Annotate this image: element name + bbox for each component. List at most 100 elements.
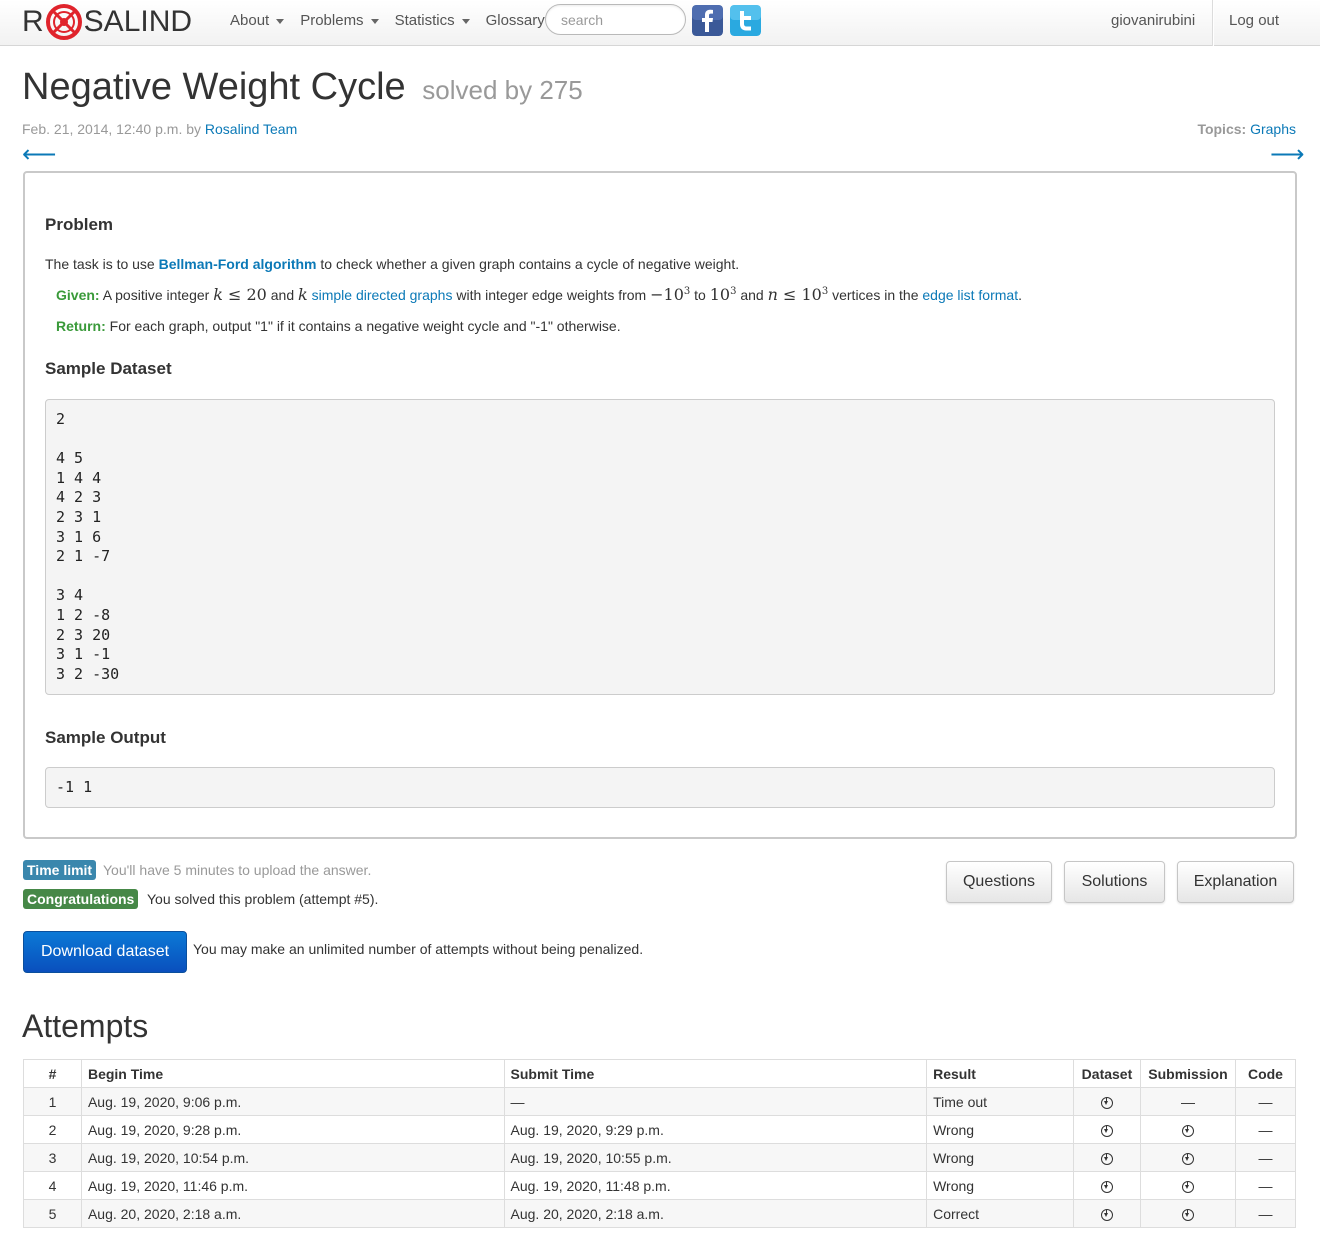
submission-cell [1139, 1115, 1236, 1144]
given-label: Given: [56, 287, 100, 303]
col-submit-time: Submit Time [503, 1059, 928, 1088]
sample-output-block[interactable]: -1 1 [45, 767, 1275, 808]
problem-box: Problem The task is to use Bellman-Ford … [23, 171, 1297, 839]
attempt-number: 2 [23, 1115, 82, 1144]
logout-link[interactable]: Log out [1229, 12, 1279, 29]
attempt-number: 4 [23, 1171, 82, 1200]
attempt-begin-time: Aug. 19, 2020, 11:46 p.m. [80, 1171, 505, 1200]
nav-problems-label: Problems [300, 11, 364, 29]
attempt-number: 3 [23, 1143, 82, 1172]
author-link[interactable]: Rosalind Team [205, 121, 297, 137]
table-row: 4 Aug. 19, 2020, 11:46 p.m. Aug. 19, 202… [23, 1171, 1297, 1200]
attempt-number: 5 [23, 1199, 82, 1228]
math-10-3: 103 [709, 285, 737, 304]
nav-problems[interactable]: Problems [300, 11, 379, 29]
download-icon[interactable] [1100, 1124, 1113, 1137]
nav-about-label: About [230, 11, 270, 29]
given-text: A positive integer [99, 287, 214, 303]
attempt-submit-time: — [503, 1087, 928, 1116]
download-icon[interactable] [1100, 1096, 1113, 1109]
time-limit-badge: Time limit [23, 860, 97, 880]
given-text: to [690, 287, 710, 303]
download-dataset-button[interactable]: Download dataset [23, 931, 187, 973]
download-icon[interactable] [1100, 1180, 1113, 1193]
table-header-row: # Begin Time Submit Time Result Dataset … [23, 1059, 1297, 1088]
download-icon[interactable] [1100, 1208, 1113, 1221]
table-row: 2 Aug. 19, 2020, 9:28 p.m. Aug. 19, 2020… [23, 1115, 1297, 1144]
download-icon[interactable] [1181, 1124, 1194, 1137]
attempts-table: # Begin Time Submit Time Result Dataset … [23, 1059, 1297, 1228]
dataset-cell [1072, 1171, 1141, 1200]
given-text: and [736, 287, 768, 303]
col-result: Result [926, 1059, 1074, 1088]
intro-text: The task is to use [45, 256, 159, 272]
chevron-down-icon [276, 18, 285, 24]
attempt-submit-time: Aug. 20, 2020, 2:18 a.m. [503, 1199, 928, 1228]
prev-problem-arrow-icon[interactable]: ⟵ [22, 141, 56, 169]
math-neg-10-3: −103 [650, 285, 691, 304]
time-limit-text: You'll have 5 minutes to upload the answ… [103, 862, 372, 878]
congratulations-text: You solved this problem (attempt #5). [147, 891, 379, 907]
given-text: with integer edge weights from [452, 287, 651, 303]
rosalind-emblem-icon [45, 4, 82, 40]
attempt-result: Wrong [926, 1143, 1074, 1172]
given-text: and [266, 287, 298, 303]
nav-glossary[interactable]: Glossary [486, 12, 545, 29]
col-submission: Submission [1139, 1059, 1236, 1088]
topic-graphs-link[interactable]: Graphs [1250, 121, 1296, 137]
nav-statistics[interactable]: Statistics [395, 12, 470, 29]
nav-statistics-label: Statistics [394, 11, 455, 29]
page-title: Negative Weight Cycle solved by 275 [22, 66, 583, 109]
explanation-button[interactable]: Explanation [1177, 861, 1294, 903]
attempt-result: Wrong [926, 1171, 1074, 1200]
chevron-down-icon [461, 18, 470, 24]
solutions-button[interactable]: Solutions [1064, 861, 1165, 903]
dataset-cell [1072, 1087, 1141, 1116]
col-begin-time: Begin Time [80, 1059, 505, 1088]
download-note: You may make an unlimited number of atte… [193, 941, 644, 957]
attempt-begin-time: Aug. 19, 2020, 9:06 p.m. [80, 1087, 505, 1116]
username-link[interactable]: giovanirubini [1111, 12, 1195, 29]
dataset-cell [1072, 1199, 1141, 1228]
intro-text-end: to check whether a given graph contains … [316, 256, 740, 272]
problem-heading: Problem [45, 215, 114, 234]
search-input[interactable] [545, 4, 686, 35]
facebook-icon[interactable] [692, 5, 723, 36]
download-icon[interactable] [1181, 1208, 1194, 1221]
return-line: Return: For each graph, output "1" if it… [56, 318, 621, 334]
attempt-result: Wrong [926, 1115, 1074, 1144]
table-row: 1 Aug. 19, 2020, 9:06 p.m. — Time out — … [23, 1087, 1297, 1116]
nav-about[interactable]: About [230, 11, 285, 29]
col-number: # [23, 1059, 82, 1088]
problem-meta: Feb. 21, 2014, 12:40 p.m. by Rosalind Te… [22, 121, 297, 137]
solved-count[interactable]: solved by 275 [422, 75, 582, 105]
sample-output-heading: Sample Output [45, 728, 166, 747]
top-navbar: R SALIND About Problems Statistics Gloss… [0, 0, 1320, 46]
attempt-submit-time: Aug. 19, 2020, 9:29 p.m. [503, 1115, 928, 1144]
download-icon[interactable] [1100, 1152, 1113, 1165]
next-problem-arrow-icon[interactable]: ⟶ [1270, 141, 1304, 169]
simple-directed-graphs-link[interactable]: simple directed graphs [312, 287, 453, 303]
dataset-cell [1072, 1143, 1141, 1172]
twitter-icon[interactable] [730, 5, 761, 36]
attempt-submit-time: Aug. 19, 2020, 10:55 p.m. [503, 1143, 928, 1172]
rosalind-logo[interactable]: R SALIND [22, 2, 192, 42]
congratulations-badge: Congratulations [23, 889, 139, 909]
sample-dataset-heading: Sample Dataset [45, 359, 172, 378]
math-n-le-10-3: n ≤ 103 [767, 285, 829, 304]
attempt-result: Time out [926, 1087, 1074, 1116]
logo-letter-r: R [22, 5, 44, 38]
download-icon[interactable] [1181, 1180, 1194, 1193]
given-line: Given: A positive integer k ≤ 20 and k s… [56, 285, 1022, 304]
questions-button[interactable]: Questions [946, 861, 1052, 903]
edge-list-format-link[interactable]: edge list format [922, 287, 1018, 303]
table-row: 5 Aug. 20, 2020, 2:18 a.m. Aug. 20, 2020… [23, 1199, 1297, 1228]
bellman-ford-link[interactable]: Bellman-Ford algorithm [159, 256, 317, 272]
problem-intro: The task is to use Bellman-Ford algorith… [45, 256, 739, 272]
dataset-cell [1072, 1115, 1141, 1144]
attempt-submit-time: Aug. 19, 2020, 11:48 p.m. [503, 1171, 928, 1200]
sample-dataset-block[interactable]: 2 4 5 1 4 4 4 2 3 2 3 1 3 1 6 2 1 -7 3 4… [45, 399, 1275, 695]
download-icon[interactable] [1181, 1152, 1194, 1165]
problem-date: Feb. 21, 2014, 12:40 p.m. by [22, 121, 205, 137]
code-cell: — [1234, 1087, 1297, 1116]
